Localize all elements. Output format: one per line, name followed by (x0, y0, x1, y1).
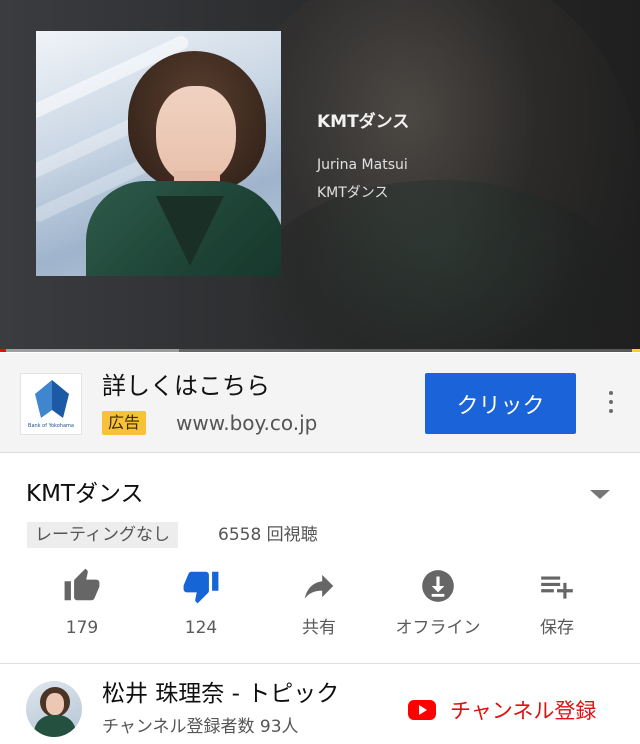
bank-logo-icon[interactable]: Bank of Yokohama (20, 373, 82, 435)
ad-marker (632, 349, 640, 352)
action-bar: 179 124 共有 オフライン 保存 (0, 567, 640, 647)
progress-played (0, 349, 7, 352)
track-album: KMTダンス (317, 185, 389, 201)
dislike-count: 124 (184, 618, 218, 638)
save-label: 保存 (540, 618, 574, 638)
like-button[interactable]: 179 (27, 567, 137, 639)
track-artist: Jurina Matsui (317, 157, 408, 173)
album-art (36, 31, 281, 276)
subscriber-count: チャンネル登録者数 93人 (102, 717, 299, 737)
ad-url[interactable]: www.boy.co.jp (176, 409, 317, 437)
divider (0, 663, 640, 664)
subscribe-button[interactable]: チャンネル登録 (408, 694, 596, 726)
offline-label: オフライン (395, 618, 481, 638)
ad-badge: 広告 (102, 411, 147, 435)
view-count: 6558 回視聴 (218, 525, 318, 545)
ad-cta-button[interactable]: クリック (425, 373, 576, 434)
bank-logo-caption: Bank of Yokohama (28, 423, 74, 429)
save-button[interactable]: 保存 (502, 567, 612, 639)
progress-bar[interactable] (0, 349, 640, 352)
avatar[interactable] (26, 681, 82, 737)
like-count: 179 (65, 618, 99, 638)
download-icon (383, 567, 493, 605)
share-label: 共有 (302, 618, 336, 638)
progress-buffered (6, 349, 180, 352)
ad-headline[interactable]: 詳しくはこちら (102, 369, 270, 403)
more-vert-icon[interactable] (602, 388, 620, 420)
offline-button[interactable]: オフライン (383, 567, 493, 639)
thumbs-down-icon (146, 567, 256, 605)
share-button[interactable]: 共有 (264, 567, 374, 639)
youtube-icon (408, 700, 436, 720)
thumbs-up-icon (27, 567, 137, 605)
video-title: KMTダンス (26, 481, 144, 507)
track-info: KMTダンス Jurina Matsui KMTダンス (317, 110, 409, 204)
playlist-add-icon (502, 567, 612, 605)
chevron-down-icon[interactable] (590, 490, 610, 499)
track-title: KMTダンス (317, 112, 410, 132)
channel-name[interactable]: 松井 珠理奈 - トピック (102, 678, 339, 710)
share-icon (264, 567, 374, 605)
video-player[interactable]: KMTダンス Jurina Matsui KMTダンス (0, 0, 640, 352)
rating-badge: レーティングなし (27, 522, 178, 548)
ad-banner[interactable]: Bank of Yokohama 詳しくはこちら 広告 www.boy.co.j… (0, 353, 640, 453)
dislike-button[interactable]: 124 (146, 567, 256, 639)
subscribe-label: チャンネル登録 (450, 699, 597, 723)
